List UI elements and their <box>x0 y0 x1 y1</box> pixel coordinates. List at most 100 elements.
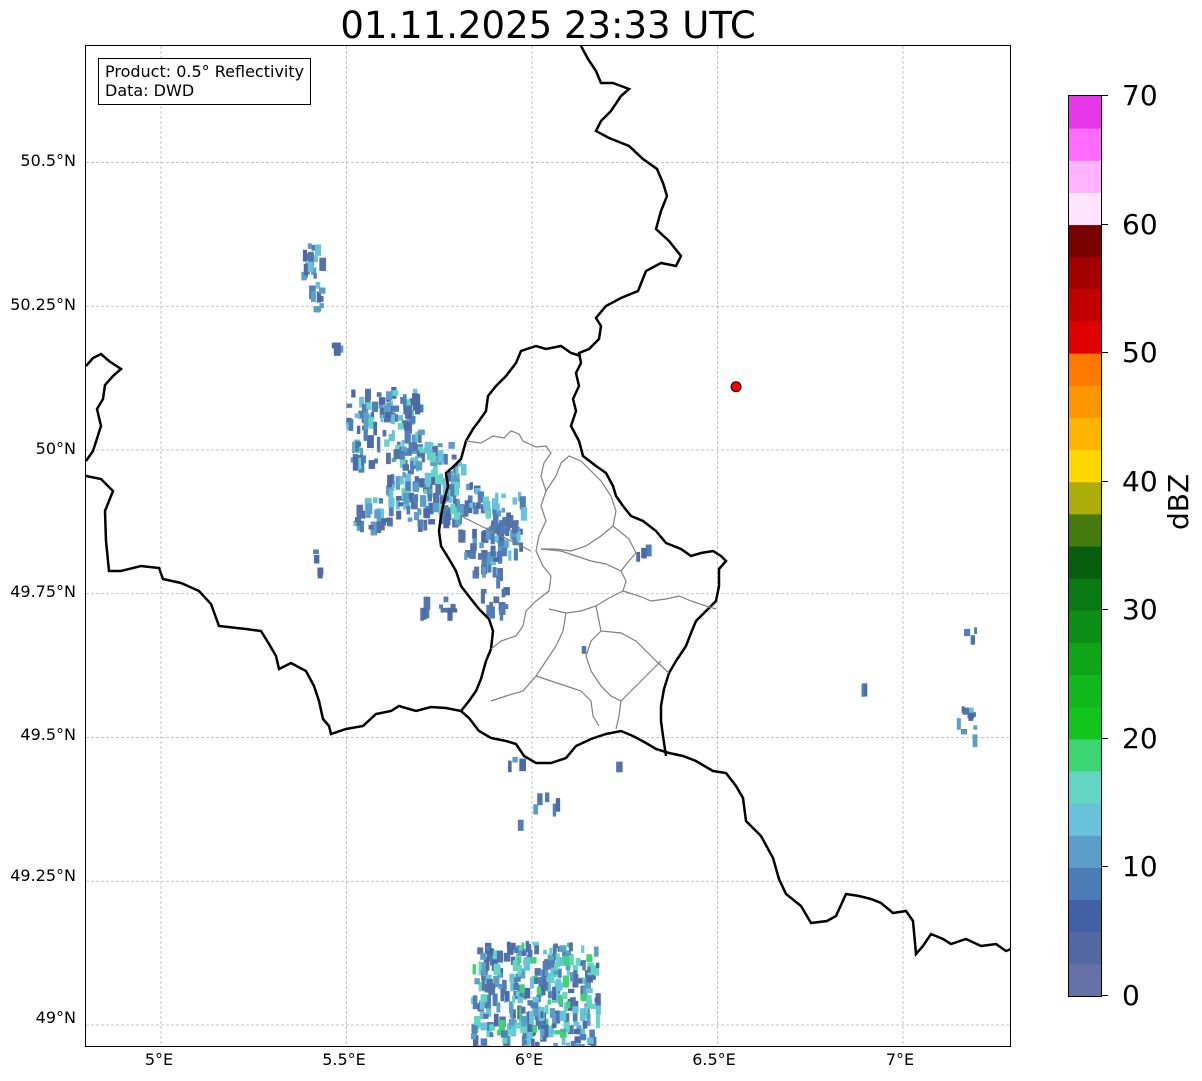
echo-cell <box>353 522 357 527</box>
echo-cell <box>348 418 354 431</box>
map-panel[interactable]: Product: 0.5° Reflectivity Data: DWD <box>85 45 1011 1047</box>
echo-cell <box>512 497 518 505</box>
echo-cell <box>523 1044 531 1046</box>
echo-cell <box>396 510 402 520</box>
echo-cell <box>419 495 427 507</box>
echo-cell <box>532 1025 537 1033</box>
colorbar-segment <box>1069 321 1101 354</box>
echo-cell <box>521 1015 528 1027</box>
echo-cell <box>559 946 566 953</box>
echo-cell <box>458 530 466 543</box>
colorbar-tick-label: 20 <box>1122 722 1158 755</box>
echo-cell <box>450 484 455 496</box>
echo-cell <box>543 981 548 991</box>
echo-cell <box>502 516 508 527</box>
colorbar-segment <box>1069 513 1101 547</box>
echo-cell <box>523 957 531 971</box>
echo-cell <box>480 1038 488 1046</box>
echo-cell <box>371 401 379 412</box>
echo-cell <box>368 525 374 530</box>
echo-cell <box>585 988 593 994</box>
lon-tick-label: 6°E <box>514 1050 544 1069</box>
echo-cell <box>492 567 497 578</box>
echo-cell <box>384 412 390 419</box>
echo-cell <box>510 981 514 992</box>
echo-cell <box>385 391 393 400</box>
echo-cell <box>554 963 558 978</box>
echo-cell <box>496 575 501 589</box>
echo-cell <box>384 439 390 447</box>
echo-cell <box>520 507 528 521</box>
echo-cell <box>477 1044 483 1046</box>
echo-cell <box>471 1033 477 1040</box>
echo-cell <box>573 1021 580 1027</box>
echo-cell <box>356 504 364 517</box>
country-border <box>86 474 1010 958</box>
colorbar-tick <box>1101 481 1108 482</box>
echo-cell <box>555 978 562 992</box>
echo-cell <box>378 498 384 504</box>
echo-cell <box>318 287 326 294</box>
echo-cell <box>373 421 378 436</box>
echo-cell <box>412 494 419 503</box>
echo-cell <box>496 950 504 963</box>
colorbar-segment <box>1069 224 1101 258</box>
echo-cell <box>483 1013 489 1019</box>
echo-cell <box>421 453 425 463</box>
echo-cell <box>481 980 485 991</box>
echo-cell <box>553 1042 558 1046</box>
echo-cell <box>573 978 579 987</box>
echo-cell <box>548 1028 554 1038</box>
echo-cell <box>395 476 401 490</box>
echo-cell <box>376 521 382 534</box>
echo-cell <box>313 306 321 313</box>
echo-cell <box>558 968 562 978</box>
echo-cell <box>314 554 320 564</box>
echo-cell <box>479 542 484 549</box>
echo-cell <box>529 1011 534 1025</box>
echo-cell <box>517 819 524 831</box>
echo-cell <box>434 475 442 484</box>
echo-cell <box>512 960 518 972</box>
echo-cell <box>544 792 550 803</box>
echo-cell <box>514 977 518 987</box>
echo-cell <box>533 977 539 984</box>
echo-cell <box>385 517 392 523</box>
echo-cell <box>451 454 457 460</box>
echo-cell <box>486 978 493 993</box>
echo-cell <box>469 502 474 508</box>
echo-cell <box>562 992 568 999</box>
echo-cell <box>961 730 967 735</box>
echo-cell <box>531 1002 538 1009</box>
echo-cell <box>493 963 501 976</box>
echo-cell <box>559 1032 567 1038</box>
echo-cell <box>508 760 512 773</box>
echo-cell <box>569 954 574 966</box>
echo-cell <box>582 960 586 971</box>
lat-tick-label: 49.25°N <box>10 866 76 885</box>
echo-cell <box>428 488 432 494</box>
radar-map[interactable] <box>86 46 1010 1046</box>
gridlines <box>86 46 1010 1046</box>
echo-cell <box>540 1011 544 1018</box>
radar-site-marker[interactable] <box>730 381 742 393</box>
echo-cell <box>377 447 381 453</box>
echo-cell <box>480 952 487 960</box>
echo-cell <box>405 481 411 491</box>
echo-cell <box>534 968 541 976</box>
colorbar-segment <box>1069 867 1101 901</box>
echo-cell <box>496 1002 501 1013</box>
echo-cell <box>368 416 374 429</box>
colorbar-segment <box>1069 706 1101 740</box>
echo-cell <box>586 1013 591 1026</box>
colorbar-segment <box>1069 288 1101 322</box>
echo-cell <box>502 979 507 991</box>
lon-tick-label: 6.5°E <box>692 1050 736 1069</box>
echo-cell <box>509 973 515 983</box>
echo-cell <box>642 549 647 559</box>
echo-cell <box>581 945 585 953</box>
echo-cell <box>572 1006 579 1014</box>
echo-cell <box>573 1028 580 1035</box>
echo-cell <box>423 508 431 518</box>
echo-cell <box>411 398 418 406</box>
